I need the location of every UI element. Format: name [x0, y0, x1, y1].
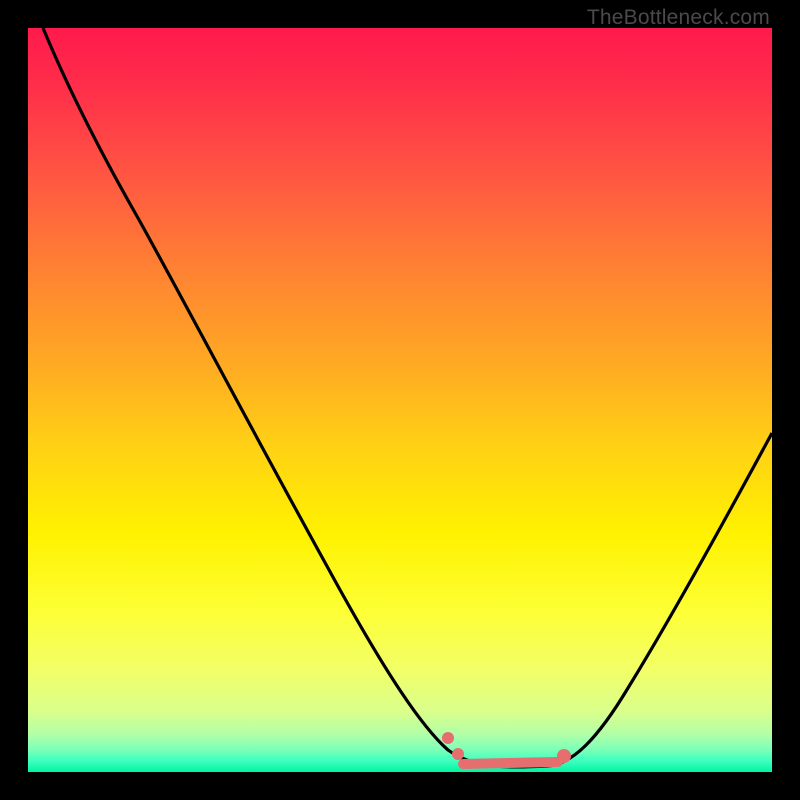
- plot-area: [28, 28, 772, 772]
- optimal-range-bar: [463, 762, 558, 764]
- marker-dot-1: [442, 732, 454, 744]
- watermark-text: TheBottleneck.com: [587, 6, 770, 30]
- chart-container: TheBottleneck.com: [0, 0, 800, 800]
- curve-path: [43, 28, 772, 767]
- marker-dot-3: [557, 749, 571, 763]
- chart-svg: [28, 28, 772, 772]
- marker-dot-2: [452, 748, 464, 760]
